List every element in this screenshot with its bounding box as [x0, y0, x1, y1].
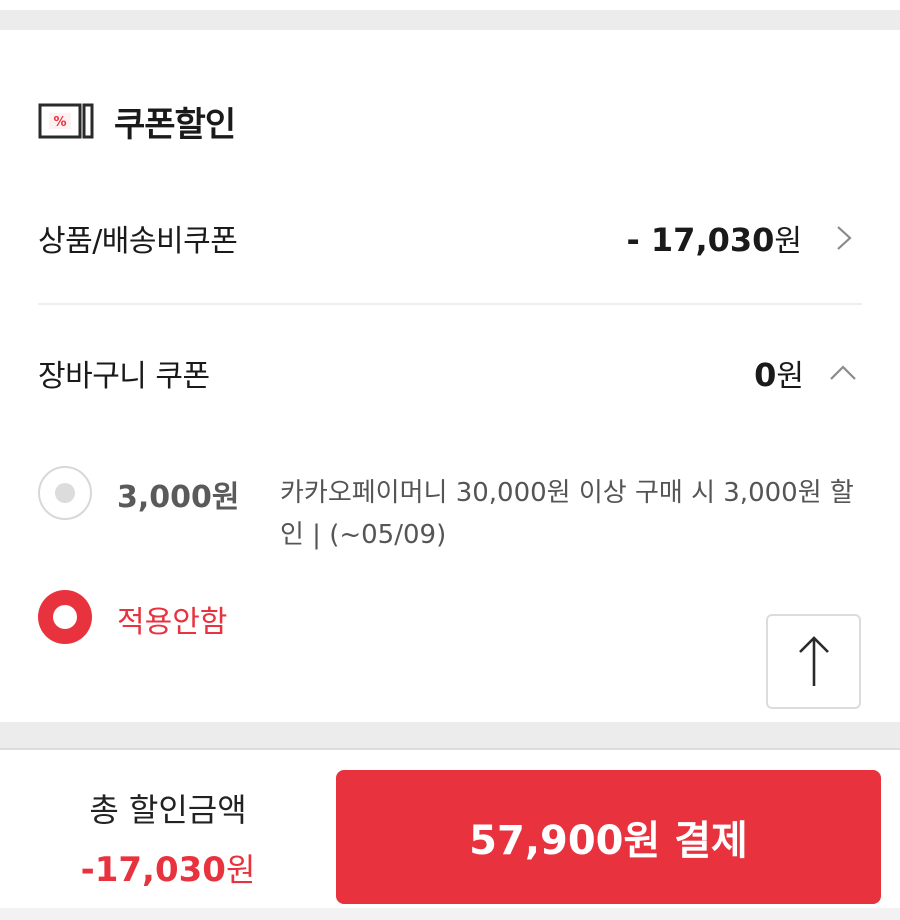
section-separator-band — [0, 722, 900, 748]
cart-coupon-label: 장바구니 쿠폰 — [38, 359, 210, 394]
cart-coupon-row[interactable]: 장바구니 쿠폰 0원 — [38, 343, 862, 403]
no-coupon-radio[interactable] — [38, 590, 92, 644]
total-discount-amount: -17,030원 — [80, 850, 256, 890]
product-coupon-row[interactable]: 상품/배송비쿠폰 - 17,030원 — [38, 208, 862, 268]
total-discount-label: 총 할인금액 — [89, 791, 247, 829]
cart-coupon-amount: 0원 — [754, 356, 804, 394]
coupon-option-amount: 3,000원 — [117, 480, 240, 515]
pay-button[interactable]: 57,900원 결제 — [336, 770, 881, 904]
percent-symbol: % — [53, 115, 66, 130]
coupon-option-description: 카카오페이머니 30,000원 이상 구매 시 3,000원 할인 | (~05… — [280, 478, 854, 550]
product-coupon-amount: - 17,030원 — [626, 221, 802, 259]
section-title: 쿠폰할인 — [114, 104, 236, 145]
row-divider — [38, 303, 862, 305]
no-coupon-label[interactable]: 적용안함 — [117, 597, 227, 641]
product-coupon-value-group: - 17,030원 — [626, 216, 862, 260]
bottom-safe-area — [0, 908, 900, 920]
scroll-to-top-button[interactable] — [766, 614, 861, 709]
product-coupon-label: 상품/배송비쿠폰 — [38, 224, 238, 259]
coupon-option-radio[interactable] — [38, 466, 92, 520]
chevron-right-icon[interactable] — [832, 223, 856, 253]
chevron-up-icon[interactable] — [828, 358, 858, 388]
coupon-icon: % — [38, 103, 94, 139]
top-divider-band — [0, 10, 900, 30]
arrow-up-icon — [798, 635, 829, 686]
coupon-section-header: % 쿠폰할인 — [38, 96, 236, 146]
cart-coupon-value-group: 0원 — [754, 351, 862, 395]
top-spacer — [0, 0, 900, 30]
